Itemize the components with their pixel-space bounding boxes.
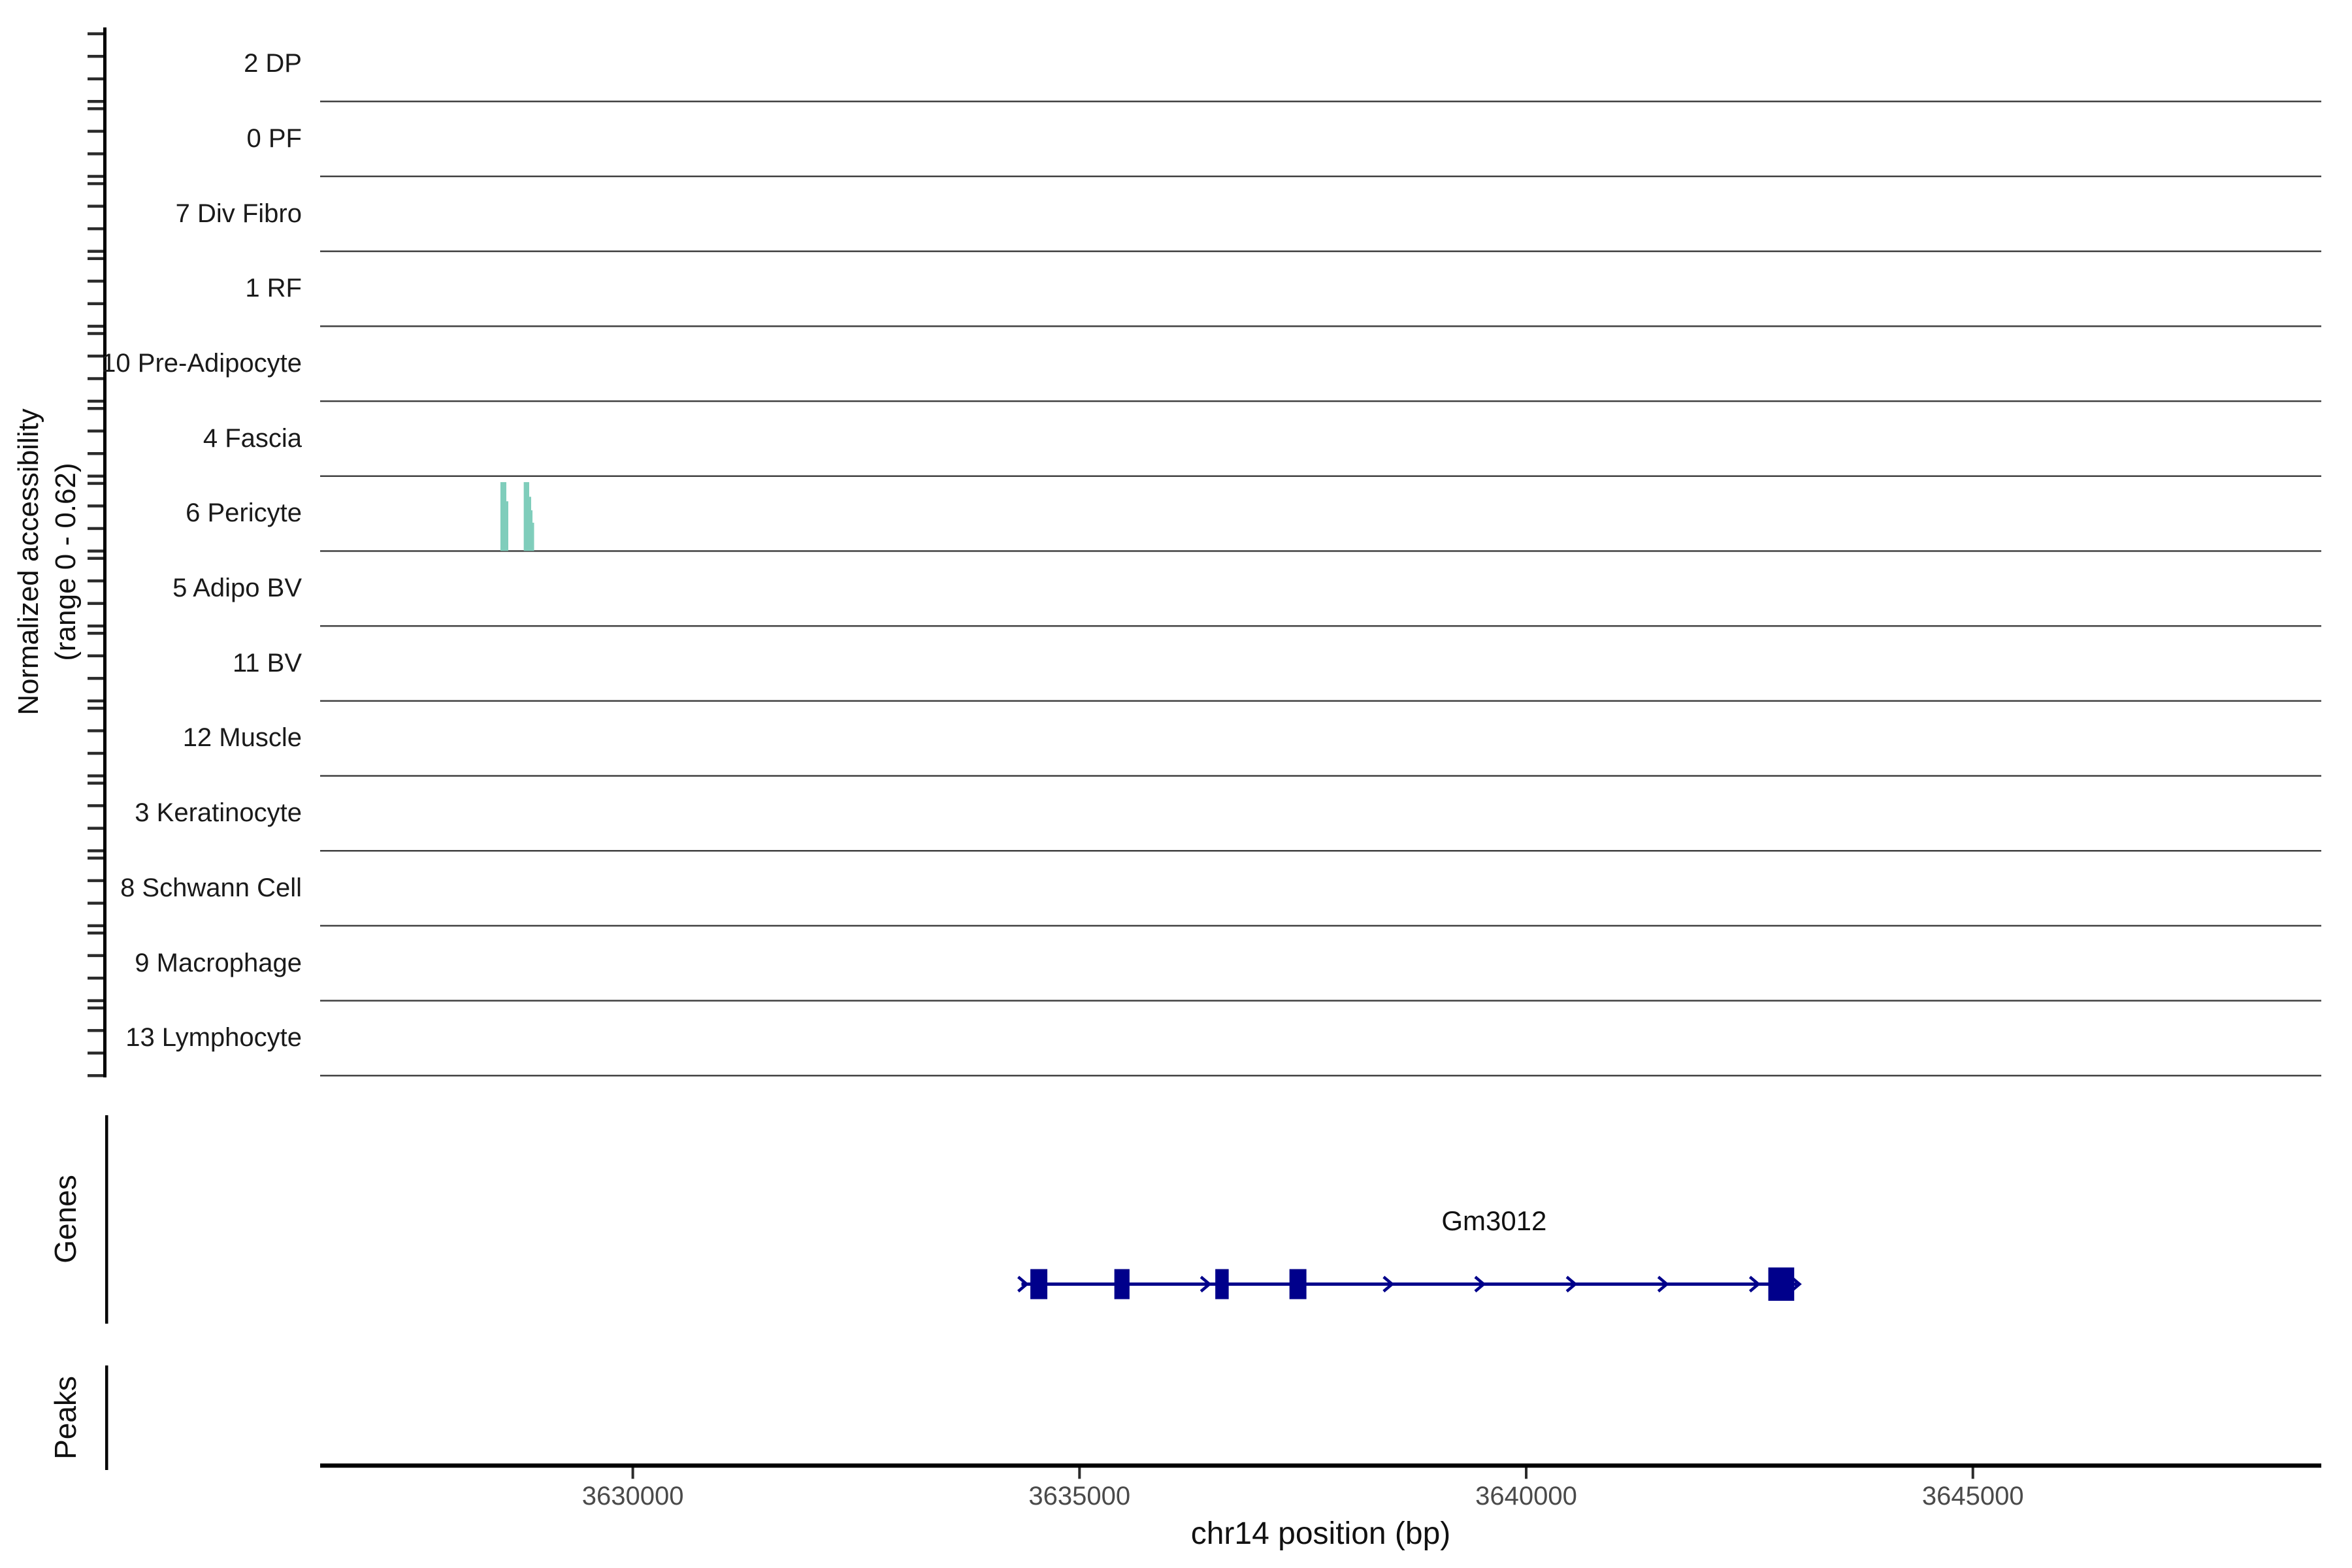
x-tick-label-3640000: 3640000 <box>1475 1482 1577 1511</box>
gene-exon <box>1115 1269 1130 1299</box>
track-baseline <box>320 775 2321 777</box>
x-tick-label-3635000: 3635000 <box>1028 1482 1130 1511</box>
x-axis-tick <box>1972 1468 1974 1479</box>
x-axis-line <box>320 1463 2321 1468</box>
track-label-11-bv: 11 BV <box>0 626 302 701</box>
track-label-0-pf: 0 PF <box>0 101 302 176</box>
track-baseline <box>320 625 2321 627</box>
track-label-2-dp: 2 DP <box>0 26 302 101</box>
track-label-column: 2 DP 0 PF 7 Div Fibro 1 RF 10 Pre-Adipoc… <box>0 26 302 1075</box>
accessibility-peak <box>500 482 506 551</box>
gene-exon <box>1030 1269 1047 1299</box>
track-label-4-fascia: 4 Fascia <box>0 401 302 476</box>
peaks-section-label: Peaks <box>48 1376 83 1460</box>
gene-body-line <box>1021 1282 1797 1286</box>
x-axis-title: chr14 position (bp) <box>1191 1516 1451 1552</box>
gene-name-label: Gm3012 <box>1441 1205 1546 1237</box>
track-baseline <box>320 176 2321 178</box>
track-label-7-div-fibro: 7 Div Fibro <box>0 176 302 252</box>
track-baseline <box>320 925 2321 927</box>
track-label-12-muscle: 12 Muscle <box>0 701 302 776</box>
track-label-1-rf: 1 RF <box>0 251 302 326</box>
track-baseline <box>320 101 2321 103</box>
accessibility-peak <box>529 497 531 551</box>
track-label-9-macrophage: 9 Macrophage <box>0 926 302 1001</box>
track-label-5-adipo-bv: 5 Adipo BV <box>0 551 302 626</box>
track-baseline <box>320 1075 2321 1077</box>
track-label-10-pre-adipocyte: 10 Pre-Adipocyte <box>0 326 302 401</box>
x-axis-tick <box>1525 1468 1527 1479</box>
gene-exon <box>1769 1267 1795 1301</box>
track-label-3-keratinocyte: 3 Keratinocyte <box>0 776 302 851</box>
x-tick-label-3645000: 3645000 <box>1922 1482 2024 1511</box>
track-label-6-pericyte: 6 Pericyte <box>0 476 302 551</box>
x-tick-label-3630000: 3630000 <box>582 1482 684 1511</box>
track-baseline <box>320 400 2321 402</box>
accessibility-peak <box>531 510 532 551</box>
x-axis-tick <box>1078 1468 1081 1479</box>
track-baseline <box>320 850 2321 852</box>
x-axis-tick <box>632 1468 634 1479</box>
track-label-8-schwann-cell: 8 Schwann Cell <box>0 851 302 926</box>
gene-exon <box>1290 1269 1307 1299</box>
peaks-section-bracket <box>105 1365 108 1470</box>
track-baseline <box>320 1000 2321 1002</box>
plot-canvas <box>0 0 2352 1568</box>
accessibility-peak <box>532 523 534 551</box>
genes-section-bracket <box>105 1115 108 1324</box>
track-baseline <box>320 476 2321 478</box>
gene-exon <box>1215 1269 1229 1299</box>
track-baseline <box>320 325 2321 327</box>
track-baseline <box>320 250 2321 252</box>
track-baseline <box>320 700 2321 702</box>
track-label-13-lymphocyte: 13 Lymphocyte <box>0 1000 302 1075</box>
track-baseline <box>320 550 2321 552</box>
accessibility-peak <box>506 501 508 551</box>
accessibility-peak <box>524 482 529 551</box>
genome-track-figure: Normalized accessibility (range 0 - 0.62… <box>0 0 2352 1568</box>
genes-section-label: Genes <box>48 1175 83 1264</box>
